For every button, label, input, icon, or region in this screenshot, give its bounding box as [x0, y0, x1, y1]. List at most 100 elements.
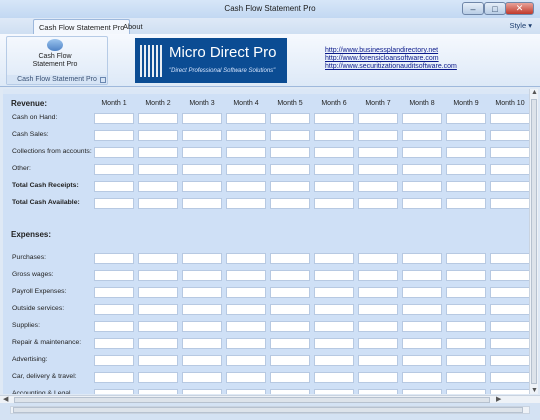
input-cell[interactable] [226, 147, 266, 158]
input-cell[interactable] [138, 198, 178, 209]
vertical-scrollbar[interactable]: ▲ ▼ [529, 89, 538, 394]
input-cell[interactable] [226, 355, 266, 366]
input-cell[interactable] [226, 130, 266, 141]
input-cell[interactable] [182, 338, 222, 349]
input-cell[interactable] [270, 355, 310, 366]
input-cell[interactable] [138, 287, 178, 298]
input-cell[interactable] [270, 270, 310, 281]
input-cell[interactable] [402, 164, 442, 175]
vertical-scroll-thumb[interactable] [531, 99, 537, 384]
input-cell[interactable] [490, 181, 529, 192]
input-cell[interactable] [182, 389, 222, 394]
input-cell[interactable] [182, 321, 222, 332]
input-cell[interactable] [94, 181, 134, 192]
tab-cash-flow[interactable]: Cash Flow Statement Pro [33, 19, 131, 35]
input-cell[interactable] [358, 130, 398, 141]
input-cell[interactable] [314, 253, 354, 264]
input-cell[interactable] [138, 113, 178, 124]
input-cell[interactable] [94, 355, 134, 366]
input-cell[interactable] [182, 164, 222, 175]
input-cell[interactable] [490, 321, 529, 332]
input-cell[interactable] [358, 270, 398, 281]
input-cell[interactable] [446, 253, 486, 264]
maximize-button[interactable]: □ [484, 2, 506, 15]
input-cell[interactable] [402, 287, 442, 298]
input-cell[interactable] [226, 181, 266, 192]
input-cell[interactable] [226, 287, 266, 298]
input-cell[interactable] [94, 287, 134, 298]
input-cell[interactable] [314, 164, 354, 175]
outer-horizontal-scrollbar[interactable] [10, 406, 530, 414]
input-cell[interactable] [270, 147, 310, 158]
input-cell[interactable] [138, 338, 178, 349]
input-cell[interactable] [490, 372, 529, 383]
input-cell[interactable] [226, 270, 266, 281]
input-cell[interactable] [402, 253, 442, 264]
input-cell[interactable] [226, 164, 266, 175]
input-cell[interactable] [226, 321, 266, 332]
input-cell[interactable] [358, 181, 398, 192]
input-cell[interactable] [446, 389, 486, 394]
input-cell[interactable] [138, 164, 178, 175]
input-cell[interactable] [314, 113, 354, 124]
input-cell[interactable] [358, 287, 398, 298]
input-cell[interactable] [314, 372, 354, 383]
input-cell[interactable] [138, 130, 178, 141]
input-cell[interactable] [446, 270, 486, 281]
cash-flow-button[interactable]: Cash Flow Statement Pro [23, 39, 87, 75]
input-cell[interactable] [358, 372, 398, 383]
tab-about[interactable]: About [118, 19, 148, 34]
input-cell[interactable] [226, 372, 266, 383]
input-cell[interactable] [94, 113, 134, 124]
input-cell[interactable] [182, 372, 222, 383]
input-cell[interactable] [358, 389, 398, 394]
input-cell[interactable] [314, 147, 354, 158]
input-cell[interactable] [270, 113, 310, 124]
input-cell[interactable] [446, 372, 486, 383]
input-cell[interactable] [94, 147, 134, 158]
input-cell[interactable] [270, 287, 310, 298]
input-cell[interactable] [314, 338, 354, 349]
link-forensicloansoftware[interactable]: http://www.forensicloansoftware.com [325, 55, 457, 63]
input-cell[interactable] [446, 304, 486, 315]
input-cell[interactable] [226, 113, 266, 124]
input-cell[interactable] [490, 287, 529, 298]
input-cell[interactable] [314, 304, 354, 315]
input-cell[interactable] [182, 253, 222, 264]
input-cell[interactable] [138, 181, 178, 192]
input-cell[interactable] [314, 198, 354, 209]
input-cell[interactable] [182, 355, 222, 366]
input-cell[interactable] [94, 372, 134, 383]
input-cell[interactable] [270, 164, 310, 175]
input-cell[interactable] [94, 321, 134, 332]
input-cell[interactable] [490, 198, 529, 209]
minimize-button[interactable]: – [462, 2, 484, 15]
input-cell[interactable] [402, 147, 442, 158]
input-cell[interactable] [314, 389, 354, 394]
input-cell[interactable] [138, 389, 178, 394]
input-cell[interactable] [402, 198, 442, 209]
input-cell[interactable] [138, 355, 178, 366]
input-cell[interactable] [270, 372, 310, 383]
input-cell[interactable] [182, 113, 222, 124]
input-cell[interactable] [358, 304, 398, 315]
input-cell[interactable] [490, 338, 529, 349]
input-cell[interactable] [270, 181, 310, 192]
input-cell[interactable] [446, 147, 486, 158]
input-cell[interactable] [182, 287, 222, 298]
input-cell[interactable] [226, 389, 266, 394]
input-cell[interactable] [138, 147, 178, 158]
input-cell[interactable] [446, 113, 486, 124]
input-cell[interactable] [182, 181, 222, 192]
input-cell[interactable] [402, 113, 442, 124]
input-cell[interactable] [490, 270, 529, 281]
input-cell[interactable] [314, 270, 354, 281]
input-cell[interactable] [490, 389, 529, 394]
input-cell[interactable] [270, 321, 310, 332]
input-cell[interactable] [182, 198, 222, 209]
input-cell[interactable] [314, 321, 354, 332]
dialog-launcher-icon[interactable] [100, 77, 106, 83]
input-cell[interactable] [314, 355, 354, 366]
input-cell[interactable] [94, 270, 134, 281]
input-cell[interactable] [358, 321, 398, 332]
